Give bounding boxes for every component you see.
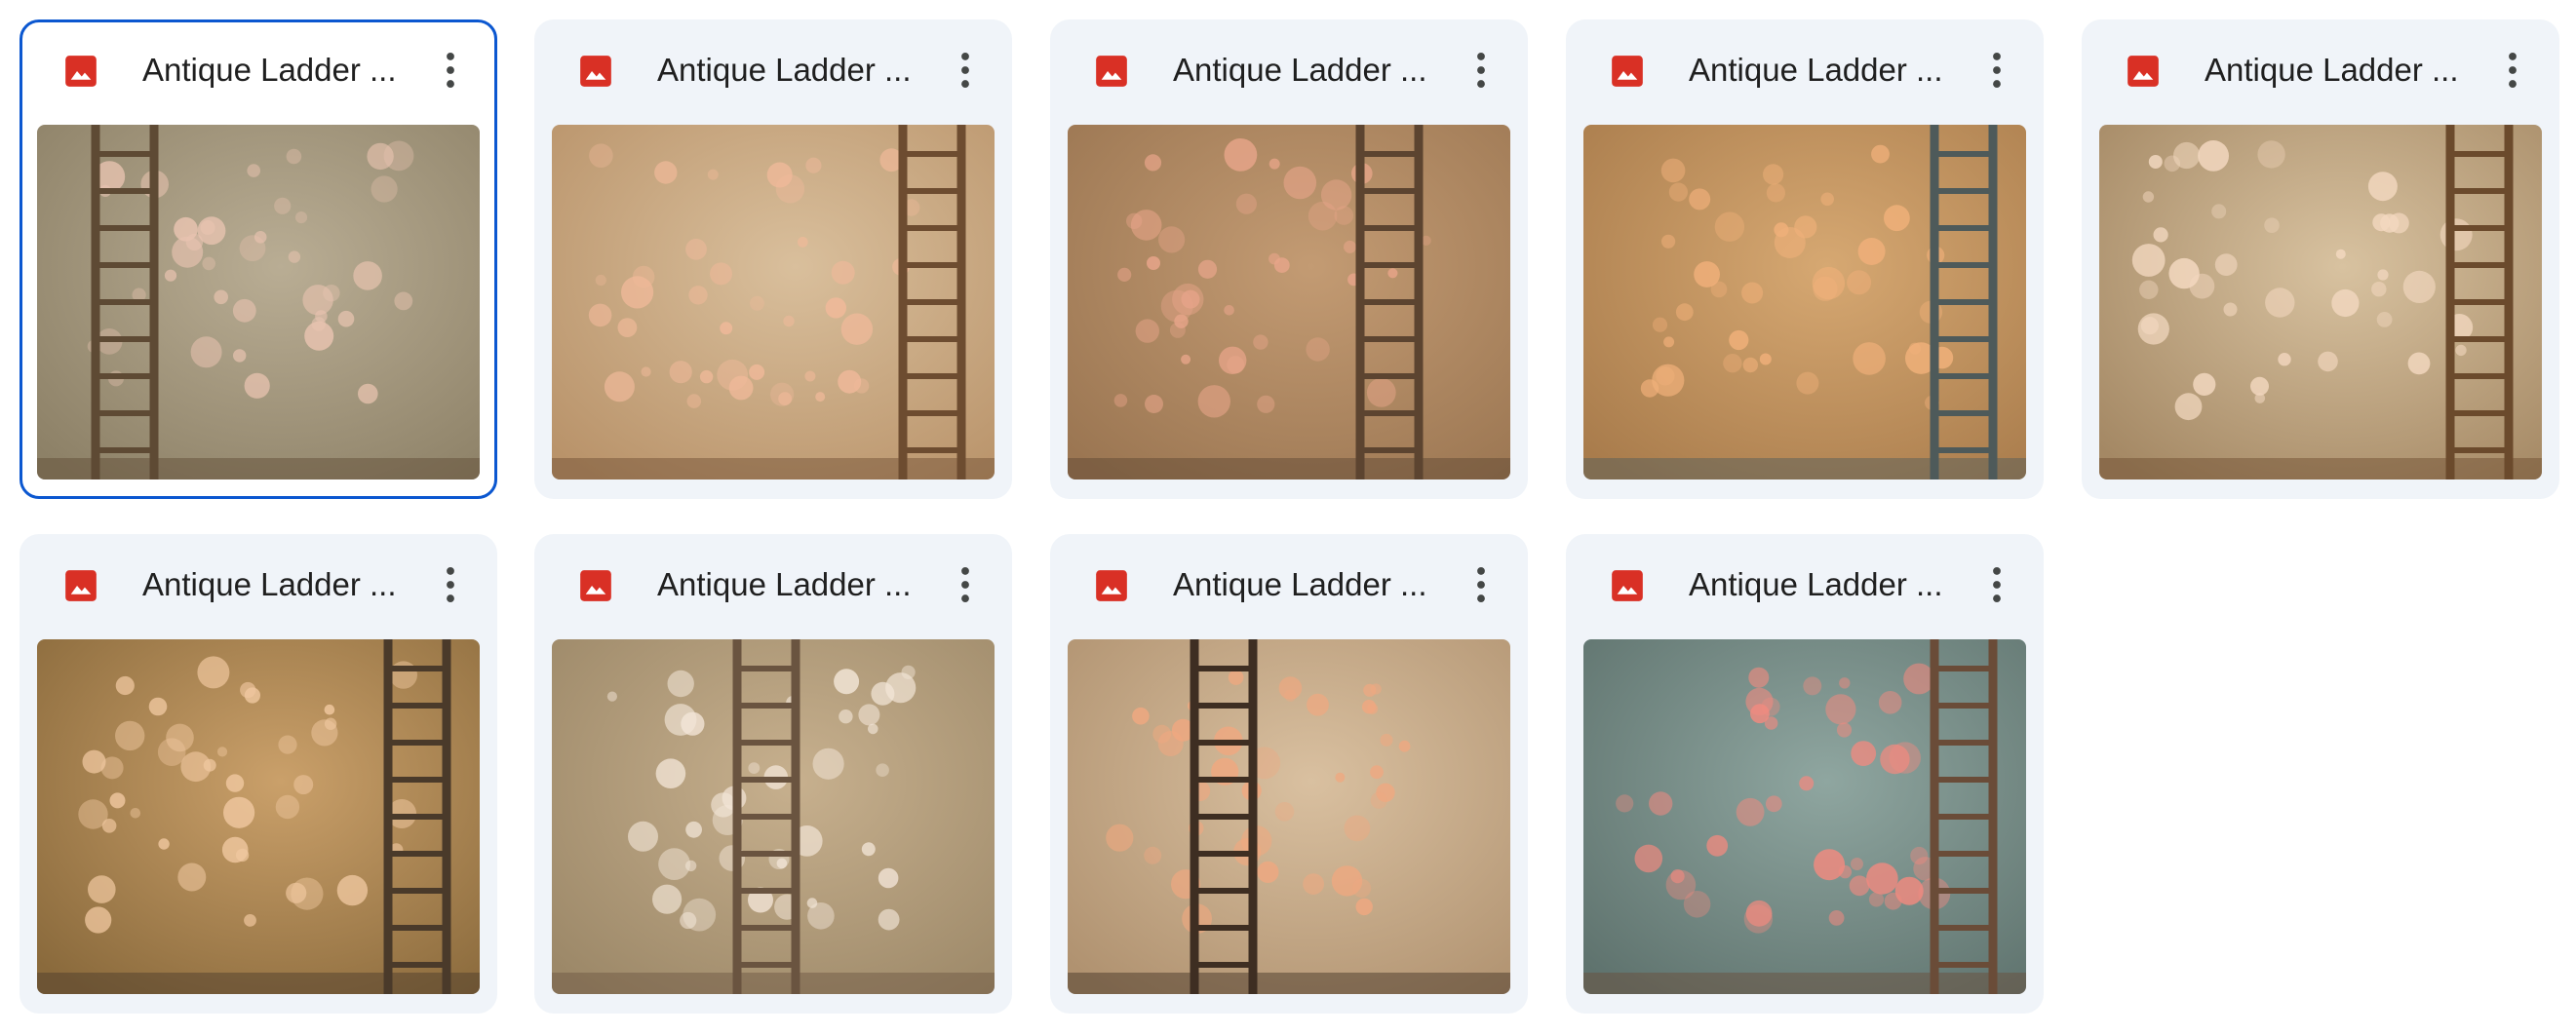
file-name: Antique Ladder ... xyxy=(1689,52,1943,88)
image-file-icon xyxy=(1609,53,1646,90)
file-name: Antique Ladder ... xyxy=(657,52,912,88)
image-file-icon xyxy=(577,567,614,604)
file-card-header: Antique Ladder ... xyxy=(1050,534,1528,639)
image-file-icon xyxy=(2125,53,2162,90)
file-thumbnail[interactable] xyxy=(552,639,995,994)
file-card[interactable]: Antique Ladder ... xyxy=(1566,19,2044,499)
image-file-icon xyxy=(62,53,99,90)
file-thumbnail[interactable] xyxy=(1068,639,1510,994)
file-card-header: Antique Ladder ... xyxy=(1566,19,2044,125)
file-card-header: Antique Ladder ... xyxy=(534,534,1012,639)
image-file-icon xyxy=(1093,53,1130,90)
file-card[interactable]: Antique Ladder ... xyxy=(20,534,497,1014)
file-card-header: Antique Ladder ... xyxy=(1050,19,1528,125)
file-thumbnail[interactable] xyxy=(37,639,480,994)
image-file-icon xyxy=(577,53,614,90)
more-actions-button[interactable] xyxy=(1971,45,2022,96)
more-actions-button[interactable] xyxy=(1456,45,1506,96)
file-card-header: Antique Ladder ... xyxy=(22,22,494,128)
file-name: Antique Ladder ... xyxy=(1689,566,1943,602)
file-card-header: Antique Ladder ... xyxy=(1566,534,2044,639)
file-thumbnail[interactable] xyxy=(1068,125,1510,479)
more-actions-button[interactable] xyxy=(940,45,991,96)
file-name: Antique Ladder ... xyxy=(1173,52,1427,88)
file-name: Antique Ladder ... xyxy=(142,52,397,88)
more-actions-button[interactable] xyxy=(2487,45,2538,96)
file-card[interactable]: Antique Ladder ... xyxy=(1050,534,1528,1014)
more-actions-button[interactable] xyxy=(425,45,476,96)
file-card[interactable]: Antique Ladder ... xyxy=(534,534,1012,1014)
file-card[interactable]: Antique Ladder ... xyxy=(1050,19,1528,499)
file-name: Antique Ladder ... xyxy=(142,566,397,602)
file-thumbnail[interactable] xyxy=(1583,125,2026,479)
file-name: Antique Ladder ... xyxy=(2205,52,2459,88)
file-card-header: Antique Ladder ... xyxy=(20,534,497,639)
more-actions-button[interactable] xyxy=(1456,559,1506,610)
file-thumbnail[interactable] xyxy=(552,125,995,479)
file-thumbnail[interactable] xyxy=(37,125,480,479)
image-file-icon xyxy=(1609,567,1646,604)
file-card[interactable]: Antique Ladder ... xyxy=(20,19,497,499)
image-file-icon xyxy=(62,567,99,604)
more-actions-button[interactable] xyxy=(1971,559,2022,610)
file-grid: Antique Ladder ... Antique Ladder ... An… xyxy=(0,0,2576,1035)
file-card[interactable]: Antique Ladder ... xyxy=(1566,534,2044,1014)
file-card[interactable]: Antique Ladder ... xyxy=(2082,19,2559,499)
more-actions-button[interactable] xyxy=(940,559,991,610)
file-card-header: Antique Ladder ... xyxy=(2082,19,2559,125)
more-actions-button[interactable] xyxy=(425,559,476,610)
file-card-header: Antique Ladder ... xyxy=(534,19,1012,125)
file-thumbnail[interactable] xyxy=(1583,639,2026,994)
file-thumbnail[interactable] xyxy=(2099,125,2542,479)
image-file-icon xyxy=(1093,567,1130,604)
file-card[interactable]: Antique Ladder ... xyxy=(534,19,1012,499)
file-name: Antique Ladder ... xyxy=(1173,566,1427,602)
file-name: Antique Ladder ... xyxy=(657,566,912,602)
